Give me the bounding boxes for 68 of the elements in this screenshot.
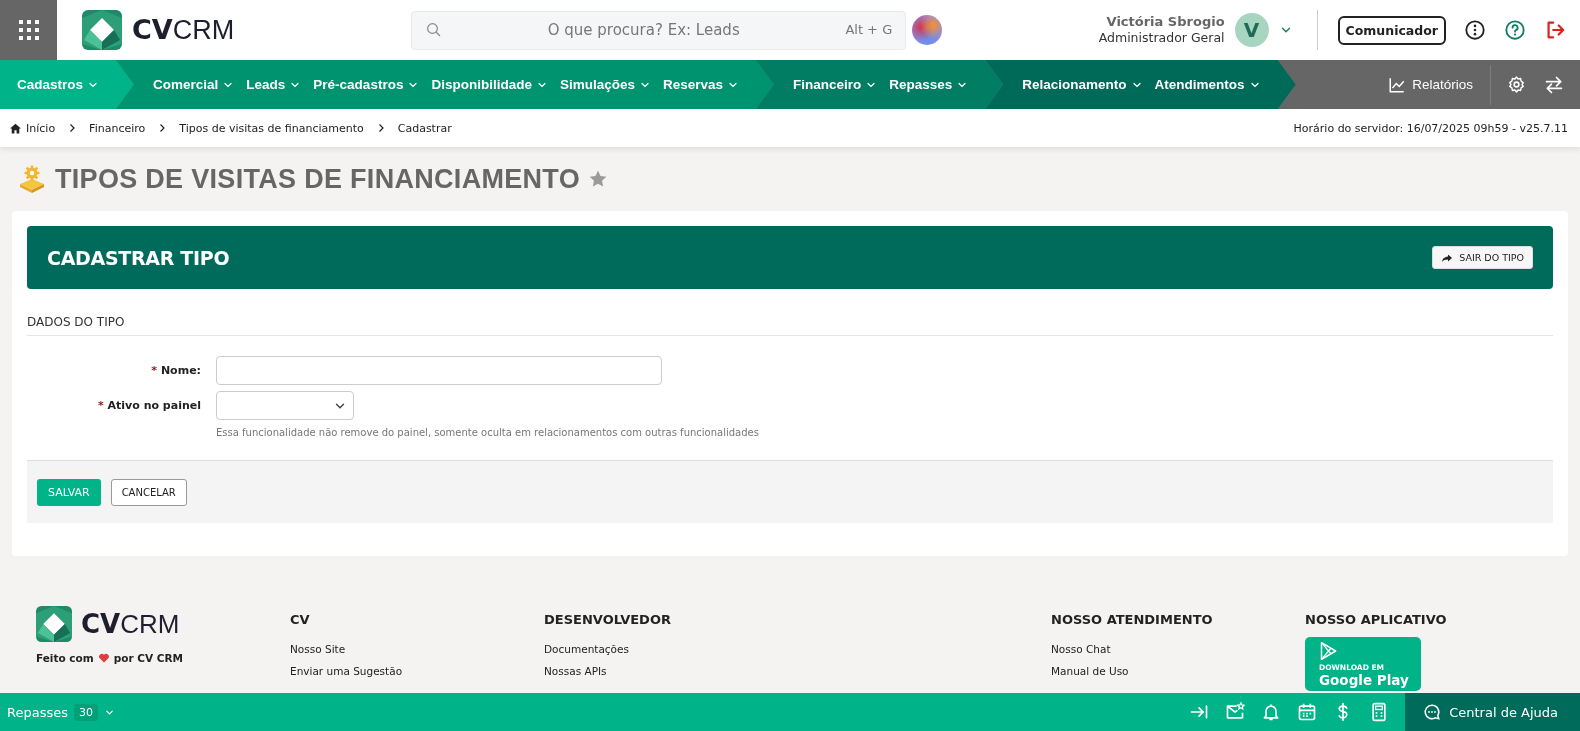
- user-role: Administrador Geral: [1098, 30, 1225, 46]
- footer-link[interactable]: Nosso Site: [290, 643, 346, 655]
- page-title: TIPOS DE VISITAS DE FINANCIAMENTO: [55, 163, 580, 195]
- help-text: Essa funcionalidade não remove do painel, somente oculta em relacionamentos com outras funcionalidades: [216, 427, 760, 438]
- name-input[interactable]: [216, 356, 662, 385]
- home-icon: [9, 121, 22, 135]
- footer-heading: NOSSO APLICATIVO: [1305, 612, 1447, 627]
- help-center-button[interactable]: Central de Ajuda: [1405, 693, 1580, 731]
- menu-item[interactable]: Atendimentos: [1149, 77, 1266, 92]
- field-label: * Nome:: [150, 363, 201, 379]
- heart-icon: [97, 652, 110, 664]
- menu-item[interactable]: Pré-cadastros: [308, 77, 425, 92]
- logo-text: CVCRM: [132, 14, 235, 46]
- help-icon[interactable]: [1504, 19, 1526, 41]
- shortcut-hint: Alt + G: [845, 21, 893, 37]
- menu-item[interactable]: Simulações: [554, 77, 656, 92]
- footer-link[interactable]: Nossas APIs: [544, 665, 607, 677]
- apps-menu-button[interactable]: [0, 0, 57, 60]
- footer-heading: DESENVOLVEDOR: [544, 612, 671, 627]
- user-name: Victória Sbrogio: [1106, 14, 1225, 30]
- field-label: * Ativo no painel: [96, 398, 201, 414]
- select-field[interactable]: [216, 391, 354, 420]
- footer-link[interactable]: Nosso Chat: [1051, 643, 1111, 655]
- more-options-icon[interactable]: [1464, 19, 1486, 41]
- play-store-icon: [1319, 640, 1339, 662]
- gear-box-icon: [17, 164, 47, 194]
- reports-link[interactable]: Relatórios: [1383, 75, 1478, 94]
- logout-icon[interactable]: [1544, 19, 1566, 41]
- communicator-button[interactable]: Comunicador: [1337, 15, 1446, 45]
- footer-link[interactable]: Manual de Uso: [1051, 665, 1129, 677]
- menu-item[interactable]: Repasses: [884, 77, 974, 92]
- section-title: DADOS DO TIPO: [27, 289, 1553, 336]
- assistant-orb-icon[interactable]: [912, 15, 943, 45]
- logo-text: CVCRM: [81, 608, 180, 640]
- menu-item[interactable]: Leads: [241, 77, 307, 92]
- form-title: CADASTRAR TIPO: [47, 246, 230, 269]
- settings-icon[interactable]: [1507, 75, 1526, 94]
- user-avatar[interactable]: V: [1234, 13, 1269, 47]
- repasses-toggle[interactable]: Repasses 30: [0, 703, 131, 721]
- menu-item[interactable]: Relacionamento: [1017, 77, 1148, 92]
- swap-arrows-icon[interactable]: [1544, 74, 1564, 95]
- line-chart-icon: [1388, 75, 1407, 94]
- footer-heading: NOSSO ATENDIMENTO: [1051, 612, 1213, 627]
- menu-item[interactable]: Disponibilidade: [426, 77, 553, 92]
- made-with-text: Feito com: [36, 652, 94, 664]
- calendar-icon[interactable]: [1297, 702, 1318, 722]
- menu-item[interactable]: Reservas: [657, 77, 744, 92]
- breadcrumb-link[interactable]: Início: [9, 121, 56, 135]
- cancel-button[interactable]: CANCELAR: [110, 478, 187, 506]
- made-by-text: por CV CRM: [113, 652, 184, 664]
- grid-icon: [18, 20, 39, 40]
- mail-star-icon[interactable]: [1225, 702, 1246, 722]
- footer-heading: CV: [290, 612, 310, 627]
- chat-bubble-icon: [1423, 703, 1442, 721]
- footer-link[interactable]: Enviar uma Sugestão: [290, 665, 403, 677]
- logo-icon: [36, 606, 72, 642]
- breadcrumb-link[interactable]: Financeiro: [89, 121, 146, 135]
- exit-button[interactable]: SAIR DO TIPO: [1432, 246, 1533, 269]
- menu-item[interactable]: Financeiro: [788, 77, 883, 92]
- server-time: Horário do servidor: 16/07/2025 09h59 - v25.7.11: [1293, 121, 1568, 135]
- star-icon[interactable]: [587, 169, 608, 189]
- footer-link[interactable]: Documentações: [544, 643, 629, 655]
- breadcrumb-link[interactable]: Tipos de visitas de financiamento: [179, 121, 364, 135]
- breadcrumb-link[interactable]: Cadastrar: [397, 121, 452, 135]
- count-badge: 30: [74, 703, 98, 721]
- logo-icon: [82, 10, 122, 50]
- menu-item[interactable]: Comercial: [148, 77, 240, 92]
- collapse-arrow-icon[interactable]: [1189, 702, 1210, 722]
